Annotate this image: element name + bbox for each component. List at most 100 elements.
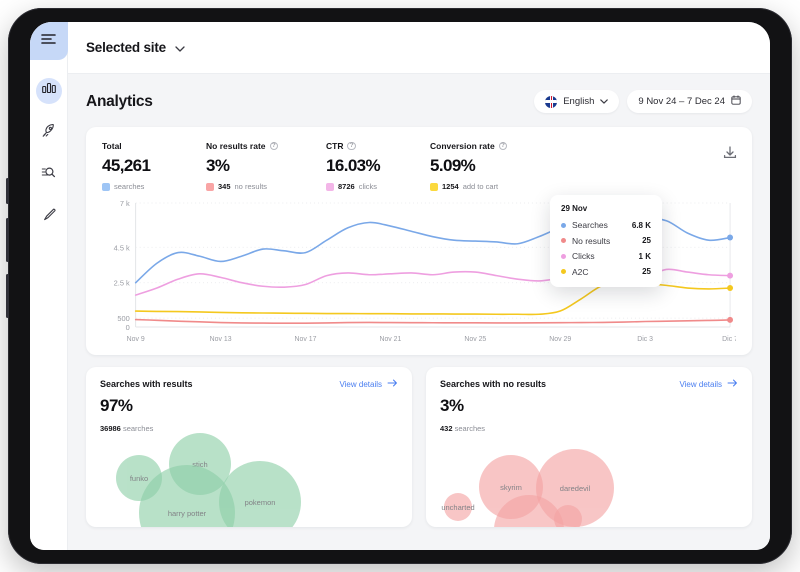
bubble-cloud-no-results[interactable]: unchartedskyrimdaredevil	[426, 429, 752, 527]
svg-text:Dic 7: Dic 7	[722, 336, 736, 343]
download-icon	[722, 148, 738, 165]
tooltip-series-name: A2C	[572, 267, 642, 277]
help-icon[interactable]: ?	[270, 142, 279, 151]
download-button[interactable]	[722, 145, 738, 161]
stat-value: 3%	[206, 156, 326, 176]
tooltip-row: Searches 6.8 K	[561, 220, 651, 230]
stat-sub: 1254 add to cart	[430, 182, 550, 191]
stat-sub: 8726 clicks	[326, 182, 430, 191]
stat-total: Total 45,261 searches	[102, 141, 206, 191]
language-label: English	[563, 96, 594, 107]
svg-text:Nov 13: Nov 13	[210, 336, 232, 343]
stat-sub-label: clicks	[359, 182, 377, 191]
chart-tooltip: 29 Nov Searches 6.8 K No results 25	[550, 195, 662, 287]
searches-with-no-results-card: Searches with no results View details 3%	[426, 367, 752, 527]
stats-row: Total 45,261 searches No results rate ?	[102, 141, 736, 191]
bubble[interactable]	[554, 505, 582, 527]
stat-sub-label: no results	[235, 182, 268, 191]
bubble-uncharted[interactable]: uncharted	[444, 493, 472, 521]
help-icon[interactable]: ?	[347, 142, 356, 151]
tooltip-date: 29 Nov	[561, 204, 651, 213]
tooltip-series-value: 6.8 K	[632, 221, 651, 230]
page-title: Analytics	[86, 93, 153, 111]
date-range-picker[interactable]: 9 Nov 24 – 7 Dec 24	[627, 90, 752, 113]
stat-label: Conversion rate ?	[430, 141, 550, 151]
card-header: Searches with no results View details	[440, 379, 738, 389]
svg-text:0: 0	[126, 323, 130, 332]
svg-text:Nov 29: Nov 29	[549, 336, 571, 343]
page-header: Analytics English 9 Nov 24 – 7 Dec 24	[86, 90, 752, 113]
card-header: Searches with results View details	[100, 379, 398, 389]
sidebar-items	[36, 78, 62, 230]
legend-swatch-a2c	[430, 183, 438, 191]
top-bar: Selected site	[68, 22, 770, 74]
site-selector-label: Selected site	[86, 40, 166, 55]
stat-label: CTR ?	[326, 141, 430, 151]
hamburger-menu-button[interactable]	[30, 22, 68, 60]
svg-text:500: 500	[117, 314, 129, 323]
view-details-label: View details	[339, 380, 382, 389]
tooltip-dot-a2c	[561, 269, 566, 274]
device-volume-up	[6, 218, 9, 262]
svg-text:Dic 3: Dic 3	[637, 336, 653, 343]
card-value: 3%	[440, 396, 738, 416]
sidebar	[30, 22, 68, 550]
stat-sub-label: searches	[114, 182, 144, 191]
stat-label: No results rate ?	[206, 141, 326, 151]
tooltip-series-value: 25	[642, 236, 651, 245]
tooltip-dot-searches	[561, 223, 566, 228]
site-selector[interactable]: Selected site	[86, 39, 185, 57]
svg-text:2.5 k: 2.5 k	[114, 279, 130, 288]
tooltip-row: Clicks 1 K	[561, 251, 651, 261]
svg-text:Nov 21: Nov 21	[379, 336, 401, 343]
arrow-right-icon	[727, 379, 738, 389]
bar-chart-icon	[42, 82, 56, 100]
card-title: Searches with results	[100, 379, 193, 389]
stat-sub-label: add to cart	[463, 182, 498, 191]
tooltip-dot-clicks	[561, 254, 566, 259]
analytics-line-chart[interactable]: 7 k 4.5 k 2.5 k 5000 Nov 9 Nov 13 Nov 17 Nov 21…	[102, 197, 736, 347]
tooltip-row: A2C 25	[561, 267, 651, 277]
view-details-label: View details	[679, 380, 722, 389]
device-button-top	[6, 178, 9, 204]
bottom-cards: Searches with results View details 97%	[86, 367, 752, 527]
stat-sub-value: 8726	[338, 182, 355, 191]
tooltip-series-value: 25	[642, 267, 651, 276]
tablet-device-frame: Selected site Analytics English	[8, 8, 792, 564]
device-volume-down	[6, 274, 9, 318]
bubble-pokemon[interactable]: pokemon	[219, 461, 301, 527]
tooltip-series-name: No results	[572, 236, 642, 246]
sidebar-item-analytics[interactable]	[36, 78, 62, 104]
main-content: Analytics English 9 Nov 24 – 7 Dec 24	[68, 74, 770, 550]
stat-conversion-rate: Conversion rate ? 5.09% 1254 add to cart	[430, 141, 550, 191]
stat-no-results-rate: No results rate ? 3% 345 no results	[206, 141, 326, 191]
svg-text:4.5 k: 4.5 k	[114, 243, 130, 252]
arrow-right-icon	[387, 379, 398, 389]
uk-flag-icon	[545, 96, 557, 108]
stat-value: 5.09%	[430, 156, 550, 176]
analytics-overview-card: Total 45,261 searches No results rate ?	[86, 127, 752, 355]
sidebar-item-customize[interactable]	[36, 204, 62, 230]
card-value: 97%	[100, 396, 398, 416]
view-details-link[interactable]: View details	[339, 379, 398, 389]
svg-text:Nov 17: Nov 17	[295, 336, 317, 343]
svg-text:7 k: 7 k	[120, 199, 130, 208]
language-selector[interactable]: English	[534, 90, 619, 113]
chevron-down-icon	[600, 96, 608, 107]
legend-swatch-clicks	[326, 183, 334, 191]
svg-text:Nov 9: Nov 9	[127, 336, 145, 343]
bubble-cloud-results[interactable]: funkostichharry potterpokemon	[86, 429, 412, 527]
header-controls: English 9 Nov 24 – 7 Dec 24	[534, 90, 752, 113]
svg-text:Nov 25: Nov 25	[464, 336, 486, 343]
stat-sub: 345 no results	[206, 182, 326, 191]
sidebar-item-boost[interactable]	[36, 120, 62, 146]
search-inspect-icon	[41, 165, 56, 185]
legend-swatch-no-results	[206, 183, 214, 191]
calendar-icon	[731, 95, 741, 108]
help-icon[interactable]: ?	[499, 142, 508, 151]
tooltip-row: No results 25	[561, 236, 651, 246]
view-details-link[interactable]: View details	[679, 379, 738, 389]
sidebar-item-search-insights[interactable]	[36, 162, 62, 188]
app-screen: Selected site Analytics English	[30, 22, 770, 550]
stat-value: 45,261	[102, 156, 206, 176]
